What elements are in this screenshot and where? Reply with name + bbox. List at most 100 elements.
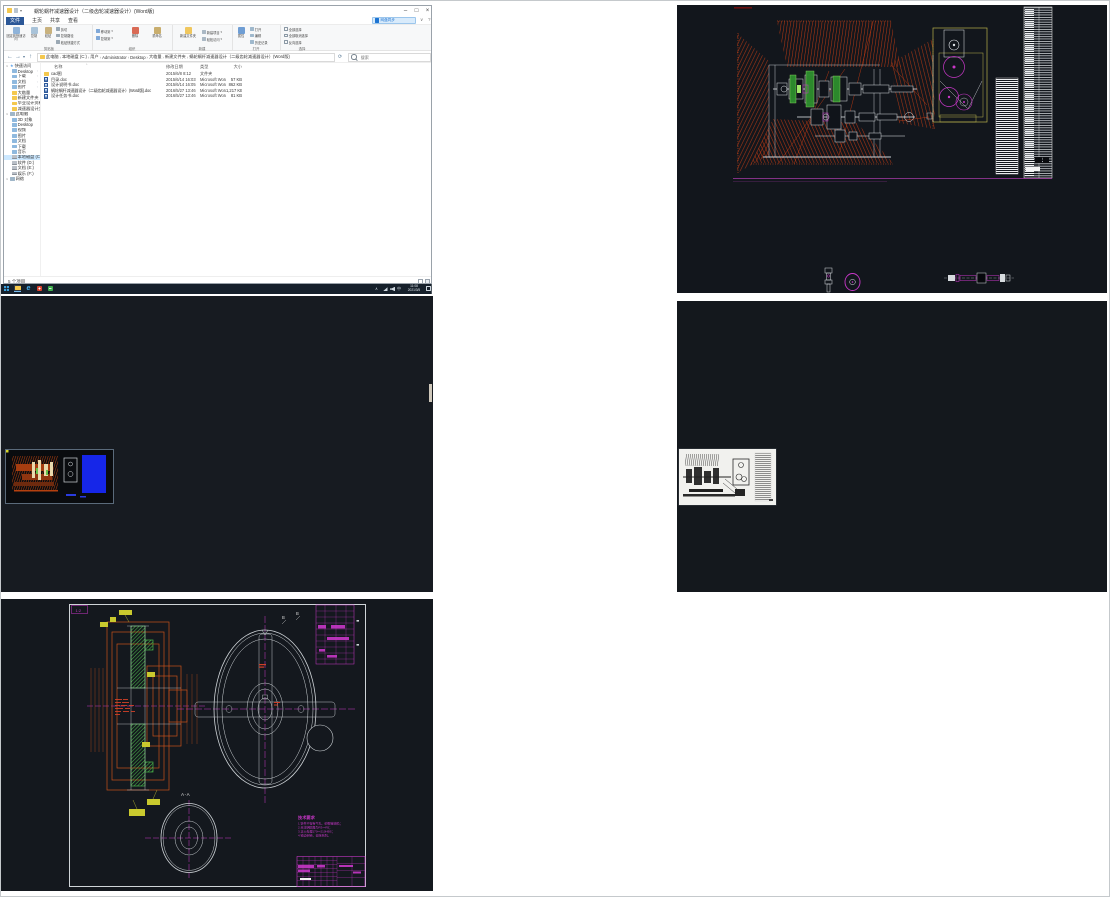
- copy-to-button[interactable]: 复制到 ▾: [96, 35, 113, 41]
- taskbar-edge-browser[interactable]: e: [25, 285, 32, 292]
- breadcrumb-segment[interactable]: 蜗轮蜗杆减速器设计（二级齿轮减速器设计）(Word版): [189, 54, 290, 60]
- expand-icon[interactable]: ∨: [6, 177, 9, 181]
- green-app-icon: [48, 286, 54, 292]
- move-to-button[interactable]: 移动到 ▾: [96, 28, 113, 34]
- sidebar-network[interactable]: ∨ 网络: [4, 176, 40, 181]
- edit-button[interactable]: 编辑: [250, 33, 261, 39]
- recent-locations-icon[interactable]: ▾: [23, 53, 25, 61]
- thumbnail-view-icon[interactable]: [425, 279, 430, 284]
- drive-icon: [12, 155, 17, 159]
- rename-button[interactable]: 重命名: [146, 25, 168, 45]
- column-header-size[interactable]: 大小: [226, 63, 242, 70]
- search-box[interactable]: [348, 53, 431, 62]
- file-row[interactable]: 设计任务书.doc 2016/5/27 13:46 Microsoft Word…: [42, 93, 432, 99]
- cut-button[interactable]: 剪切: [56, 26, 67, 32]
- maximize-button[interactable]: □: [411, 6, 422, 16]
- details-view-icon[interactable]: [418, 279, 423, 284]
- column-header-name[interactable]: 名称: [54, 63, 62, 70]
- ribbon-collapse-icon[interactable]: ∨: [420, 17, 423, 23]
- title-bar[interactable]: ▾ 蜗轮蜗杆减速器设计（二级齿轮减速器设计）(Word版) – □ ×: [4, 6, 431, 16]
- cloud-icon: [375, 18, 380, 23]
- refresh-icon[interactable]: ⟳: [338, 53, 342, 61]
- technical-requirements: 技术要求 1.铸件不得有气孔、砂眼等缺陷； 2.未注明圆角为R3～R5； 3.正…: [298, 814, 343, 838]
- word-doc-icon: [44, 94, 48, 99]
- help-icon[interactable]: ?: [428, 17, 431, 22]
- cad-assembly-viewport[interactable]: [677, 5, 1107, 293]
- svg-text:1:2: 1:2: [76, 608, 82, 613]
- expand-icon[interactable]: ∨: [6, 112, 9, 116]
- new-folder-icon: [185, 27, 192, 34]
- scrollbar-remnant: [429, 384, 432, 402]
- column-header-type[interactable]: 类型: [200, 63, 208, 70]
- tab-home[interactable]: 主页: [28, 17, 46, 25]
- select-none-icon: [284, 34, 288, 38]
- column-header-date[interactable]: 修改日期: [166, 63, 183, 70]
- volume-tray-icon[interactable]: [390, 287, 395, 292]
- mini-schematic-gray: [733, 459, 749, 496]
- close-button[interactable]: ×: [422, 6, 432, 16]
- invert-selection-button[interactable]: 反向选择: [284, 39, 302, 45]
- start-button[interactable]: [3, 285, 10, 292]
- copy-button[interactable]: 复制: [27, 25, 41, 45]
- up-icon[interactable]: ↑: [29, 53, 32, 61]
- pin-to-quick-access-button[interactable]: 固定到快速访问: [6, 25, 26, 45]
- action-center-icon[interactable]: [426, 286, 431, 291]
- tab-file[interactable]: 文件: [6, 17, 24, 25]
- tab-view[interactable]: 查看: [64, 17, 82, 25]
- status-bar: 5 个项目: [4, 276, 432, 284]
- breadcrumb-segment[interactable]: Administrator: [102, 55, 127, 60]
- folder-icon: [12, 96, 17, 100]
- paste-shortcut-button[interactable]: 粘贴快捷方式: [56, 39, 80, 45]
- back-icon[interactable]: ←: [7, 53, 13, 61]
- easy-access-button[interactable]: 轻松访问 ▾: [202, 36, 222, 42]
- paste-shortcut-icon: [56, 40, 60, 44]
- breadcrumb-segment[interactable]: 此电脑: [46, 54, 59, 60]
- cloud-promo-button[interactable]: 网盘同步: [372, 17, 416, 24]
- delete-button[interactable]: 删除: [126, 25, 144, 45]
- address-bar: ← → ▾ ↑ 此电脑 › 本地磁盘 (C:) › 用户 › Administr…: [4, 51, 432, 63]
- taskbar-app-green[interactable]: [47, 285, 54, 292]
- select-none-button[interactable]: 全部取消选择: [284, 33, 308, 39]
- word-doc-icon: [44, 83, 48, 88]
- select-all-button[interactable]: 全部选择: [284, 26, 302, 32]
- breadcrumb-segment[interactable]: Desktop: [130, 55, 145, 60]
- show-desktop-button[interactable]: [431, 284, 432, 294]
- breadcrumb-segment[interactable]: 用户: [90, 54, 98, 60]
- clock-date: 2021/3/5: [402, 289, 426, 293]
- edit-icon: [250, 34, 254, 38]
- breadcrumb-separator-icon: ›: [88, 55, 89, 60]
- forward-icon[interactable]: →: [15, 53, 21, 61]
- properties-button[interactable]: 属性: [234, 25, 248, 45]
- qat-dropdown-icon[interactable]: ▾: [20, 8, 22, 13]
- search-input[interactable]: [359, 54, 429, 61]
- group-label-organize: 组织: [112, 46, 152, 51]
- taskbar-clock[interactable]: 11:08 2021/3/5: [402, 285, 426, 293]
- copy-path-button[interactable]: 复制路径: [56, 33, 74, 39]
- expand-icon[interactable]: ∨: [6, 64, 9, 68]
- quick-access-toolbar-icon[interactable]: [14, 8, 18, 13]
- breadcrumb[interactable]: 此电脑 › 本地磁盘 (C:) › 用户 › Administrator › D…: [37, 53, 335, 62]
- drawing-thumbnail-color[interactable]: [5, 449, 114, 504]
- breadcrumb-segment[interactable]: 新建文件夹: [165, 54, 186, 60]
- taskbar-app-red[interactable]: [36, 285, 43, 292]
- open-button[interactable]: 打开: [250, 26, 261, 32]
- drive-icon: [12, 161, 17, 165]
- new-folder-button[interactable]: 新建文件夹: [176, 25, 200, 45]
- paste-button[interactable]: 粘贴: [41, 25, 55, 45]
- tab-share[interactable]: 共享: [46, 17, 64, 25]
- network-tray-icon[interactable]: [383, 287, 388, 291]
- folder-icon: [12, 107, 17, 111]
- dropdown-caret-icon: ▾: [221, 37, 223, 41]
- cad-dark-canvas-left[interactable]: [1, 296, 433, 592]
- cad-pulley-viewport[interactable]: 1:2: [1, 599, 433, 891]
- breadcrumb-segment[interactable]: 大临量: [149, 54, 162, 60]
- tray-chevron-icon[interactable]: ∧: [375, 286, 378, 291]
- history-button[interactable]: 历史记录: [250, 39, 268, 45]
- cad-dark-canvas-right[interactable]: [677, 301, 1107, 592]
- minimize-button[interactable]: –: [400, 6, 411, 16]
- new-item-button[interactable]: 新建项目 ▾: [202, 29, 222, 35]
- breadcrumb-segment[interactable]: 本地磁盘 (C:): [62, 54, 87, 60]
- ime-indicator[interactable]: 中: [397, 286, 401, 291]
- drawing-thumbnail-monochrome[interactable]: [679, 449, 776, 505]
- taskbar-file-explorer[interactable]: [14, 285, 21, 292]
